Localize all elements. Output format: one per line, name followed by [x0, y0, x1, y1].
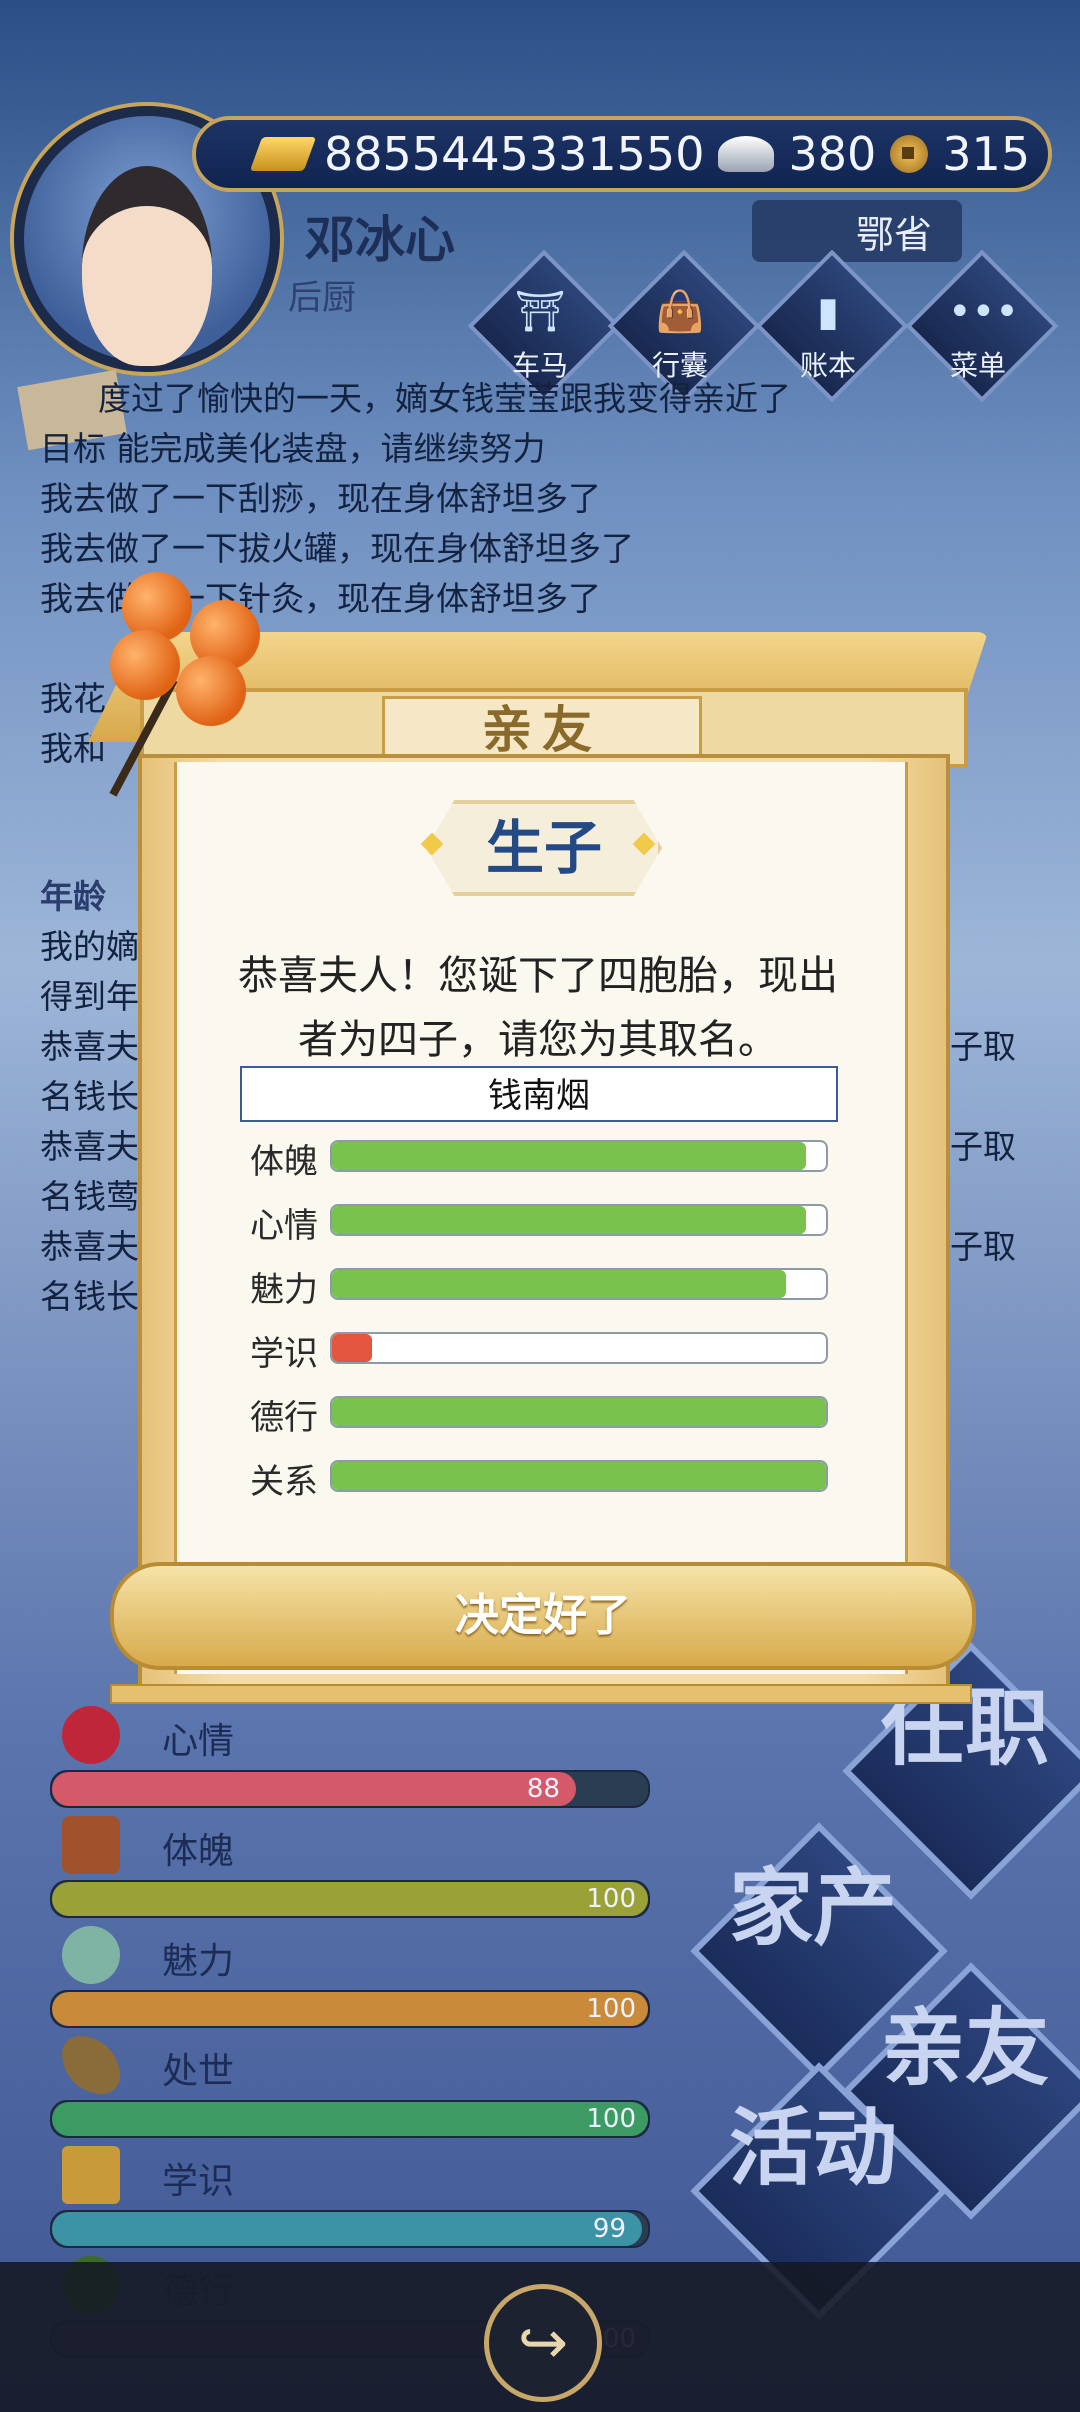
location-button[interactable]: 鄂省	[752, 200, 962, 262]
stat-bar-knowledge: 99	[50, 2210, 650, 2248]
stat-bar-mood: 88	[50, 1770, 650, 1808]
share-button[interactable]: ↪	[484, 2284, 602, 2402]
jade-icon	[62, 1926, 120, 1984]
log-line: 目标 能完成美化装盘，请继续努力	[40, 429, 546, 468]
relatives-label: 亲友	[880, 1999, 1049, 2097]
child-name-input[interactable]: 钱南烟	[240, 1066, 838, 1122]
stat-value: 99	[592, 2214, 626, 2244]
dialog-message: 恭喜夫人！您诞下了四胞胎，现出 者为四子，请您为其取名。	[198, 944, 878, 1072]
flower-icon	[62, 1706, 120, 1764]
haw-fruit	[176, 656, 246, 726]
currency-bar: 8855445331550 380 315	[192, 116, 1052, 192]
stat-label-social: 处世	[162, 2051, 235, 2092]
copper-coin-icon	[890, 135, 929, 173]
attr-bar-virtue	[330, 1396, 828, 1428]
nav-carriage-button[interactable]: ⛩ 车马	[467, 249, 621, 403]
silver-ingot-icon	[718, 136, 775, 172]
log-line: 我去做了一下刮痧，现在身体舒坦多了	[40, 479, 601, 518]
stat-label-physique: 体魄	[162, 1831, 235, 1872]
attr-bar-knowledge	[330, 1332, 828, 1364]
log-line: 度过了愉快的一天，嫡女钱莹莹跟我变得亲近了	[98, 379, 791, 418]
attr-label: 关系	[250, 1462, 318, 1502]
confirm-button[interactable]: 决定好了	[110, 1562, 976, 1670]
nav-bag-button[interactable]: 👜 行囊	[607, 249, 761, 403]
relatives-button[interactable]: 亲友	[842, 1962, 1080, 2220]
haw-fruit	[110, 630, 180, 700]
attr-label: 体魄	[250, 1142, 318, 1182]
log-line-tail: 子取	[950, 1027, 1016, 1066]
gold-bar-icon	[249, 137, 317, 171]
coin-amount: 315	[942, 127, 1031, 181]
candied-haw-icon	[109, 560, 280, 797]
log-line-tail: 子取	[950, 1127, 1016, 1166]
stat-fill	[52, 1992, 648, 2026]
stat-value: 88	[526, 1774, 560, 1804]
carriage-icon: ⛩	[514, 289, 566, 335]
nav-ledger-button[interactable]: ▮ 账本	[755, 249, 909, 403]
gold-amount: 8855445331550	[324, 127, 705, 181]
attr-label: 心情	[250, 1206, 318, 1246]
attr-bar-relation	[330, 1460, 828, 1492]
activity-button[interactable]: 活动	[690, 2062, 948, 2320]
stat-value: 100	[586, 1994, 636, 2024]
stat-bar-physique: 100	[50, 1880, 650, 1918]
attr-fill	[332, 1142, 807, 1170]
stat-fill	[52, 2212, 643, 2246]
attr-bar-physique	[330, 1140, 828, 1172]
stat-value: 100	[586, 1884, 636, 1914]
bag-icon: 👜	[655, 289, 705, 335]
silver-amount: 380	[788, 127, 877, 181]
stat-label-charm: 魅力	[162, 1941, 235, 1982]
player-name: 邓冰心	[305, 211, 455, 269]
attr-label: 魅力	[250, 1270, 318, 1310]
log-line-tail: 子取	[950, 1227, 1016, 1266]
share-icon: ↪	[517, 2308, 569, 2378]
dialog-heading: 生子	[426, 800, 662, 896]
attr-fill	[332, 1462, 826, 1490]
ledger-icon: ▮	[816, 289, 839, 335]
estate-label: 家产	[728, 1859, 897, 1957]
attr-fill	[332, 1398, 826, 1426]
stat-fill	[52, 1772, 577, 1806]
fan-icon	[62, 2036, 120, 2094]
attr-label: 学识	[250, 1334, 318, 1374]
stat-value: 100	[586, 2104, 636, 2134]
stat-bar-social: 100	[50, 2100, 650, 2138]
attr-fill	[332, 1206, 807, 1234]
attr-bar-mood	[330, 1204, 828, 1236]
more-icon: •••	[948, 289, 1019, 335]
attr-fill	[332, 1334, 372, 1362]
dialog-message-line: 者为四子，请您为其取名。	[298, 1017, 778, 1063]
stat-label-mood: 心情	[162, 1721, 235, 1762]
post-button[interactable]: 任职	[842, 1642, 1080, 1900]
stat-bar-charm: 100	[50, 1990, 650, 2028]
nav-menu-button[interactable]: ••• 菜单	[905, 249, 1059, 403]
dialog-message-line: 恭喜夫人！您诞下了四胞胎，现出	[238, 953, 838, 999]
attr-bar-charm	[330, 1268, 828, 1300]
stat-label-knowledge: 学识	[162, 2161, 235, 2202]
avatar-face	[82, 166, 212, 366]
location-label: 鄂省	[855, 212, 932, 257]
stat-fill	[52, 2102, 648, 2136]
player-title: 后厨	[288, 278, 356, 318]
stat-fill	[52, 1882, 648, 1916]
books-icon	[62, 2146, 120, 2204]
activity-label: 活动	[728, 2099, 897, 2197]
estate-button[interactable]: 家产	[690, 1822, 948, 2080]
attr-fill	[332, 1270, 787, 1298]
statue-icon	[62, 1816, 120, 1874]
attr-label: 德行	[250, 1398, 318, 1438]
dialog-base	[110, 1684, 972, 1704]
